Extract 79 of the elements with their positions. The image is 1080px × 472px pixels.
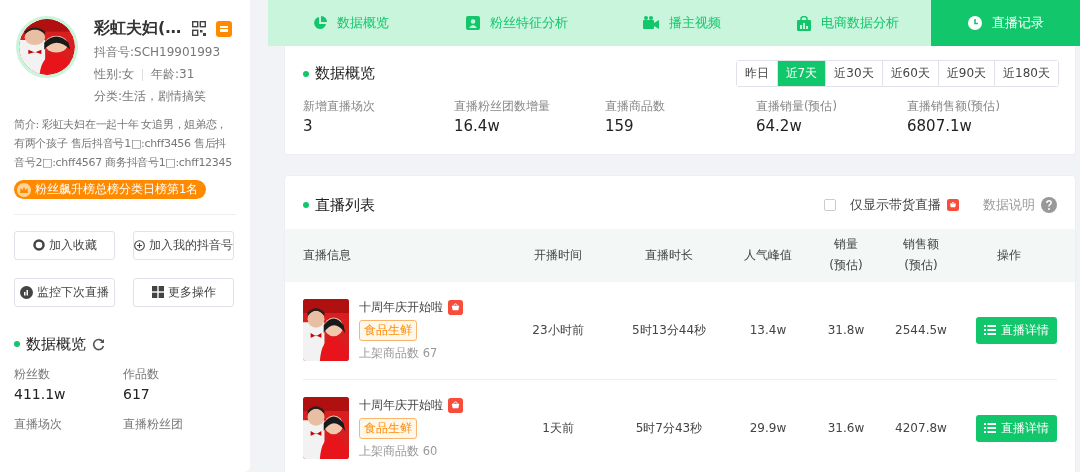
metric-label: 直播销量(预估) — [756, 99, 838, 115]
metric-value: 16.4w — [454, 117, 501, 136]
shopping-bag-icon — [947, 199, 959, 212]
column-header: 直播信息 — [303, 246, 351, 264]
gender-text: 性别:女 — [94, 66, 135, 83]
column-header: 人气峰值 — [743, 246, 793, 264]
column-header: 操作 — [996, 246, 1022, 264]
section-title: 数据概览 — [315, 64, 375, 84]
table-cell-text: 1天前 — [541, 419, 575, 437]
checkbox[interactable] — [824, 199, 836, 212]
table-cell-text: 5时13分44秒 — [630, 321, 708, 339]
stat-value: 617 — [123, 385, 151, 402]
category-tag: 食品生鲜 — [359, 417, 417, 439]
metric-value: 3 — [303, 117, 314, 136]
action-button[interactable]: 加入我的抖音号 — [133, 230, 234, 260]
metric-value: 6807.1w — [907, 117, 973, 136]
status-dot — [14, 341, 20, 347]
range-button[interactable]: 近180天 — [994, 61, 1058, 87]
action-button[interactable]: 加入收藏 — [14, 230, 115, 260]
bar-chart-circle-icon — [20, 285, 33, 299]
grid-icon — [151, 286, 164, 298]
shopping-bag-icon — [448, 299, 463, 315]
column-header: 销量 — [834, 236, 858, 254]
shopping-bag-icon — [448, 397, 463, 413]
live-title: 十周年庆开始啦 — [359, 397, 443, 413]
section-title: 直播列表 — [315, 195, 375, 215]
stat-label: 作品数 — [123, 365, 160, 383]
action-button[interactable]: 监控下次直播 — [14, 277, 115, 307]
table-cell-text: 2544.5w — [894, 323, 948, 338]
shopping-bag-icon — [797, 15, 812, 31]
column-header: 开播时间 — [533, 246, 583, 264]
column-header: 销售额 — [903, 236, 939, 254]
pie-chart-icon — [312, 16, 327, 31]
column-header: 直播时长 — [644, 246, 694, 264]
metric-label: 直播商品数 — [605, 99, 666, 115]
column-header-note: (预估) — [829, 257, 863, 275]
ring-icon — [32, 239, 45, 251]
product-count: 上架商品数 60 — [359, 443, 438, 459]
stat-value: 411.1w — [14, 385, 67, 402]
column-header-note: (预估) — [904, 257, 938, 275]
product-count: 上架商品数 67 — [359, 345, 438, 361]
table-cell-text: 13.4w — [748, 323, 788, 338]
age-text: 年龄:31 — [151, 66, 195, 83]
metric-label: 直播销售额(预估) — [907, 99, 1001, 115]
stat-label: 直播粉丝团 — [123, 415, 184, 433]
clock-icon — [967, 16, 982, 31]
table-cell-text: 5时7分43秒 — [634, 419, 704, 437]
metric-label: 新增直播场次 — [303, 99, 376, 115]
status-dot — [303, 202, 309, 209]
action-button[interactable]: 更多操作 — [133, 277, 234, 307]
metric-value: 159 — [605, 117, 635, 136]
category-tag: 食品生鲜 — [359, 319, 417, 341]
rank-text: 粉丝飙升榜总榜分类日榜第1名 — [35, 182, 199, 197]
person-card-icon — [465, 16, 480, 31]
table-cell-text: 23小时前 — [531, 321, 585, 339]
douyin-id: 抖音号:SCH19901993 — [94, 44, 222, 61]
table-cell-text: 31.8w — [826, 323, 866, 338]
table-cell-text: 29.9w — [748, 421, 788, 436]
list-icon — [984, 423, 996, 434]
help-icon[interactable] — [1041, 197, 1057, 214]
video-camera-icon — [643, 16, 660, 31]
refresh-icon[interactable] — [92, 337, 105, 351]
list-icon — [984, 325, 996, 336]
checkbox-label: 仅显示带货直播 — [850, 196, 941, 215]
qr-code-icon[interactable] — [192, 21, 206, 36]
stat-label: 粉丝数 — [14, 365, 51, 383]
stat-label: 直播场次 — [14, 415, 63, 433]
metric-label: 直播粉丝团数增量 — [454, 99, 551, 115]
metric-value: 64.2w — [756, 117, 803, 136]
category-text: 分类:生活，剧情搞笑 — [94, 88, 208, 105]
live-title: 十周年庆开始啦 — [359, 299, 443, 315]
profile-name: 彩虹夫妇(… — [94, 18, 182, 39]
table-cell-text: 4207.8w — [894, 421, 948, 436]
table-cell-text: 31.6w — [826, 421, 866, 436]
section-title: 数据概览 — [26, 334, 86, 354]
status-dot — [303, 70, 309, 77]
bio-text: 简介: 彩虹夫妇在一起十年 女追男，姐弟恋，有两个孩子 售后抖音号1□:chff3456 售后抖音号2□:chff4567 商务抖音号1□:chff12345 — [14, 117, 233, 171]
shop-icon[interactable] — [216, 20, 232, 37]
plus-circle-icon — [134, 238, 145, 252]
